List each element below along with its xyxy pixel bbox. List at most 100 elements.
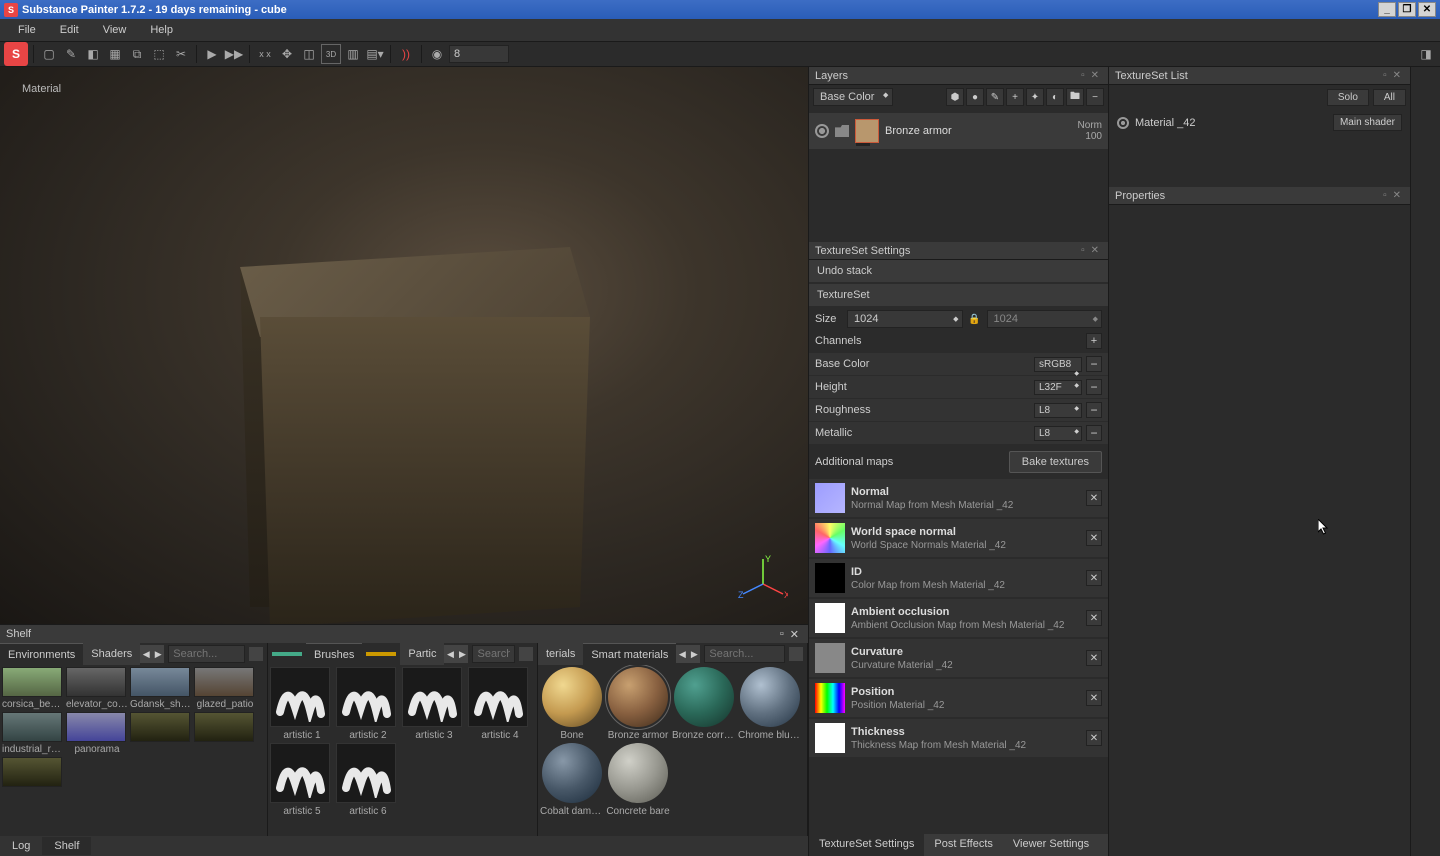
layers-undock-icon[interactable]: ▫ <box>1078 70 1088 81</box>
layer-add-icon[interactable]: + <box>1006 88 1024 106</box>
open-icon[interactable]: ▢ <box>39 44 59 64</box>
mat-search-input[interactable] <box>704 645 785 663</box>
channel-remove-button[interactable]: − <box>1086 425 1102 441</box>
fill-tool-icon[interactable]: ▦ <box>105 44 125 64</box>
tab-textureset-settings[interactable]: TextureSet Settings <box>809 834 924 856</box>
mat-nav-next-icon[interactable]: ▶ <box>688 645 700 663</box>
menu-view[interactable]: View <box>91 21 139 39</box>
brush-item[interactable]: artistic 6 <box>336 743 400 817</box>
ts-textureset-section[interactable]: TextureSet <box>809 284 1108 306</box>
additional-map-row[interactable]: CurvatureCurvature Material _42✕ <box>809 639 1108 677</box>
layer-remove-icon[interactable]: − <box>1086 88 1104 106</box>
map-remove-button[interactable]: ✕ <box>1086 570 1102 586</box>
material-item[interactable]: Bronze armor <box>606 667 670 741</box>
env-grid-icon[interactable] <box>249 647 263 661</box>
tslist-shader-dropdown[interactable]: Main shader <box>1333 114 1402 131</box>
shelf-nav-next-icon[interactable]: ▶ <box>152 645 164 663</box>
brush-item[interactable]: artistic 3 <box>402 667 466 741</box>
env-search-input[interactable] <box>168 645 245 663</box>
picker-icon[interactable]: ◉ <box>427 44 447 64</box>
layer-opacity[interactable]: 100 <box>1078 131 1102 142</box>
environment-item[interactable]: corsica_beach <box>2 667 64 710</box>
map-remove-button[interactable]: ✕ <box>1086 530 1102 546</box>
3d-mode-icon[interactable]: 3D <box>321 44 341 64</box>
footer-tab-shelf[interactable]: Shelf <box>42 837 91 855</box>
footer-tab-log[interactable]: Log <box>0 837 42 855</box>
ts-size-width-dropdown[interactable]: 1024 <box>847 310 963 328</box>
tslist-item[interactable]: Material _42 Main shader <box>1109 110 1410 135</box>
eraser-tool-icon[interactable]: ◧ <box>83 44 103 64</box>
environment-item[interactable] <box>2 757 64 787</box>
layer-paint-icon[interactable]: ✎ <box>986 88 1004 106</box>
layer-folder-icon[interactable]: 🖿 <box>1066 88 1084 106</box>
ts-undo-section[interactable]: Undo stack <box>809 260 1108 282</box>
material-item[interactable]: Chrome blue... <box>738 667 802 741</box>
brush-nav-next-icon[interactable]: ▶ <box>456 645 468 663</box>
layer-name[interactable]: Bronze armor <box>885 125 1072 137</box>
layer-item[interactable]: Bronze armor Norm 100 <box>809 113 1108 149</box>
mat-grid-icon[interactable] <box>789 647 803 661</box>
brush-grid-icon[interactable] <box>519 647 533 661</box>
ts-size-lock-icon[interactable]: 🔒 <box>967 311 983 327</box>
layers-channel-dropdown[interactable]: Base Color <box>813 88 893 106</box>
layer-geometry-icon[interactable]: ⬢ <box>946 88 964 106</box>
material-item[interactable]: Concrete bare <box>606 743 670 817</box>
map-remove-button[interactable]: ✕ <box>1086 650 1102 666</box>
tslist-radio-icon[interactable] <box>1117 117 1129 129</box>
shelf-tab-brushes[interactable]: Brushes <box>306 643 362 665</box>
environment-item[interactable]: industrial_room <box>2 712 64 755</box>
camera-icon[interactable]: ▤▾ <box>365 44 385 64</box>
properties-close-icon[interactable]: ✕ <box>1390 190 1404 201</box>
additional-map-row[interactable]: PositionPosition Material _42✕ <box>809 679 1108 717</box>
app-logo-icon[interactable]: S <box>4 42 28 66</box>
channel-format-dropdown[interactable]: L32F <box>1034 380 1082 395</box>
channel-remove-button[interactable]: − <box>1086 379 1102 395</box>
environment-item[interactable]: glazed_patio <box>194 667 256 710</box>
map-remove-button[interactable]: ✕ <box>1086 610 1102 626</box>
environment-item[interactable] <box>130 712 192 755</box>
ts-close-icon[interactable]: ✕ <box>1088 245 1102 256</box>
channel-format-dropdown[interactable]: sRGB8 <box>1034 357 1082 372</box>
viewport-3d[interactable]: Material X Y Z <box>0 67 808 624</box>
shelf-tab-materials[interactable]: terials <box>538 643 583 665</box>
menu-help[interactable]: Help <box>138 21 185 39</box>
ts-size-height-dropdown[interactable]: 1024 <box>987 310 1103 328</box>
shelf-close-icon[interactable]: ✕ <box>787 628 802 641</box>
menu-file[interactable]: File <box>6 21 48 39</box>
layers-close-icon[interactable]: ✕ <box>1088 70 1102 81</box>
axis-gizmo[interactable]: X Y Z <box>738 554 788 604</box>
grayscale-icon[interactable]: ◨ <box>1416 44 1436 64</box>
tab-viewer-settings[interactable]: Viewer Settings <box>1003 834 1099 856</box>
additional-map-row[interactable]: Ambient occlusionAmbient Occlusion Map f… <box>809 599 1108 637</box>
additional-map-row[interactable]: NormalNormal Map from Mesh Material _42✕ <box>809 479 1108 517</box>
brush-tool-icon[interactable]: ✎ <box>61 44 81 64</box>
environment-item[interactable]: Gdansk_ship... <box>130 667 192 710</box>
tslist-solo-button[interactable]: Solo <box>1327 89 1369 106</box>
tslist-close-icon[interactable]: ✕ <box>1390 70 1404 81</box>
additional-map-row[interactable]: World space normalWorld Space Normals Ma… <box>809 519 1108 557</box>
mat-nav-prev-icon[interactable]: ◀ <box>676 645 688 663</box>
tslist-undock-icon[interactable]: ▫ <box>1380 70 1390 81</box>
uv-mode-icon[interactable]: ▥ <box>343 44 363 64</box>
layer-fill-icon[interactable]: ● <box>966 88 984 106</box>
environment-item[interactable]: elevator_corr... <box>66 667 128 710</box>
channel-remove-button[interactable]: − <box>1086 402 1102 418</box>
additional-map-row[interactable]: ThicknessThickness Map from Mesh Materia… <box>809 719 1108 757</box>
shelf-tab-environments[interactable]: Environments <box>0 643 83 665</box>
shelf-tab-shaders[interactable]: Shaders <box>83 643 140 665</box>
perspective-icon[interactable]: ◫ <box>299 44 319 64</box>
layer-mask-icon[interactable]: ◐ <box>1046 88 1064 106</box>
layer-smart-icon[interactable]: ✦ <box>1026 88 1044 106</box>
layer-visibility-icon[interactable] <box>815 124 829 138</box>
close-window-button[interactable]: ✕ <box>1418 2 1436 17</box>
fastforward-icon[interactable]: ▶▶ <box>224 44 244 64</box>
toolbar-value-input[interactable] <box>449 45 509 63</box>
environment-item[interactable]: panorama <box>66 712 128 755</box>
brush-item[interactable]: artistic 2 <box>336 667 400 741</box>
maximize-button[interactable]: ❐ <box>1398 2 1416 17</box>
brush-search-input[interactable] <box>472 645 515 663</box>
tab-post-effects[interactable]: Post Effects <box>924 834 1003 856</box>
clone-tool-icon[interactable]: ⧉ <box>127 44 147 64</box>
selection-tool-icon[interactable]: ✂ <box>171 44 191 64</box>
bake-textures-button[interactable]: Bake textures <box>1009 451 1102 473</box>
